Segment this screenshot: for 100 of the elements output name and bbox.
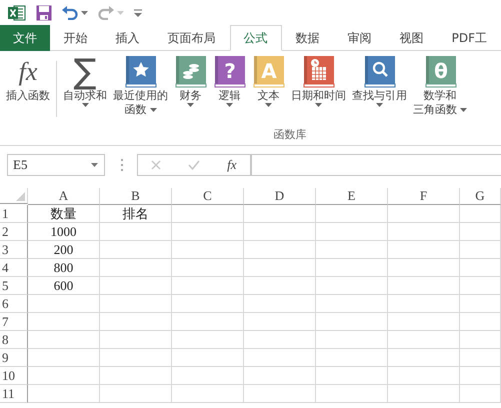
row-header[interactable]: 4: [0, 259, 28, 277]
ribbon-button[interactable]: θ 数学和 三角函数: [410, 55, 470, 117]
ribbon-tab[interactable]: 开始: [50, 25, 102, 51]
table-cell: [100, 295, 172, 313]
table-cell: [460, 385, 501, 403]
table-cell: [100, 349, 172, 367]
letter-book-icon: ?: [213, 55, 246, 88]
ribbon-tab[interactable]: 公式: [230, 25, 282, 51]
row-header[interactable]: 1: [0, 205, 28, 223]
ribbon-button[interactable]: 最近使用的 函数: [110, 55, 171, 117]
table-cell: [316, 385, 388, 403]
row-header[interactable]: 2: [0, 223, 28, 241]
formula-input[interactable]: [251, 154, 501, 176]
table-cell: [460, 241, 501, 259]
table-cell: [100, 331, 172, 349]
dropdown-icon: [91, 163, 98, 167]
ribbon-button[interactable]: 日期和时间: [288, 55, 349, 107]
ribbon-tab[interactable]: 审阅: [334, 25, 386, 51]
column-header[interactable]: F: [388, 188, 460, 205]
table-cell: [388, 385, 460, 403]
table-cell: [460, 205, 501, 223]
table-cell: [460, 349, 501, 367]
table-cell: [172, 367, 244, 385]
ribbon-button[interactable]: ? 逻辑: [210, 55, 249, 107]
cancel-icon[interactable]: [151, 160, 162, 170]
row-header[interactable]: 6: [0, 295, 28, 313]
table-cell: [316, 223, 388, 241]
table-cell: [244, 349, 316, 367]
table-cell: [28, 367, 100, 385]
file-menu-tab[interactable]: 文件: [0, 25, 50, 51]
table-cell: [244, 223, 316, 241]
table-cell: [172, 331, 244, 349]
row-header[interactable]: 7: [0, 313, 28, 331]
table-cell: [244, 367, 316, 385]
column-header[interactable]: G: [460, 188, 501, 205]
table-cell: [460, 313, 501, 331]
ribbon-tab[interactable]: 数据: [282, 25, 334, 51]
column-header[interactable]: D: [244, 188, 316, 205]
table-cell: [244, 241, 316, 259]
ribbon-tab[interactable]: 页面布局: [154, 25, 230, 51]
table-cell: [28, 331, 100, 349]
table-cell: [388, 331, 460, 349]
column-header[interactable]: C: [172, 188, 244, 205]
ribbon-button[interactable]: 查找与引用: [349, 55, 410, 107]
table-cell: 数量: [28, 205, 100, 223]
caret-icon: [81, 10, 88, 14]
table-cell: [172, 385, 244, 403]
table-cell: [460, 259, 501, 277]
ribbon-button[interactable]: 财务: [171, 55, 210, 107]
row-header[interactable]: 11: [0, 385, 28, 403]
table-cell: [460, 223, 501, 241]
table-cell: [244, 259, 316, 277]
undo-button[interactable]: [62, 6, 88, 20]
column-header[interactable]: A: [28, 188, 100, 205]
table-cell: [28, 313, 100, 331]
select-all-icon[interactable]: [16, 192, 25, 201]
table-cell: [28, 295, 100, 313]
letter-book-icon: θ: [424, 55, 456, 88]
save-button[interactable]: [36, 4, 52, 20]
row-header[interactable]: 5: [0, 277, 28, 295]
table-cell: [172, 277, 244, 295]
table-cell: [316, 277, 388, 295]
ribbon-button[interactable]: ∑ 自动求和: [60, 55, 110, 107]
table-cell: [172, 313, 244, 331]
table-cell: [100, 241, 172, 259]
table-cell: [316, 331, 388, 349]
table-cell: [172, 259, 244, 277]
ribbon-button[interactable]: A 文本: [249, 55, 288, 107]
row-header[interactable]: 10: [0, 367, 28, 385]
table-cell: [388, 295, 460, 313]
column-header[interactable]: B: [100, 188, 172, 205]
row-header[interactable]: 8: [0, 331, 28, 349]
insert-function-button[interactable]: fx: [227, 157, 237, 173]
table-cell: [316, 367, 388, 385]
ribbon-tab[interactable]: 插入: [102, 25, 154, 51]
group-label: 函数库: [272, 127, 308, 142]
table-cell: [460, 331, 501, 349]
table-cell: [28, 349, 100, 367]
table-cell: [244, 385, 316, 403]
table-cell: [316, 313, 388, 331]
table-cell: [388, 313, 460, 331]
table-cell: 800: [28, 259, 100, 277]
ribbon-button[interactable]: fx 插入函数: [3, 55, 53, 103]
spreadsheet-app-icon: [8, 4, 26, 20]
function-icon: fx: [18, 56, 38, 86]
row-header[interactable]: 9: [0, 349, 28, 367]
check-icon[interactable]: [188, 160, 200, 170]
table-cell: [388, 205, 460, 223]
table-cell: [316, 241, 388, 259]
name-box[interactable]: E5: [7, 154, 105, 176]
table-cell: [172, 223, 244, 241]
table-cell: [28, 385, 100, 403]
ribbon-tab[interactable]: 视图: [386, 25, 438, 51]
table-cell: 600: [28, 277, 100, 295]
column-header[interactable]: E: [316, 188, 388, 205]
table-cell: [388, 349, 460, 367]
table-cell: [460, 367, 501, 385]
customize-toolbar-button[interactable]: [134, 8, 142, 16]
ribbon-tab[interactable]: PDF工: [438, 25, 501, 51]
row-header[interactable]: 3: [0, 241, 28, 259]
